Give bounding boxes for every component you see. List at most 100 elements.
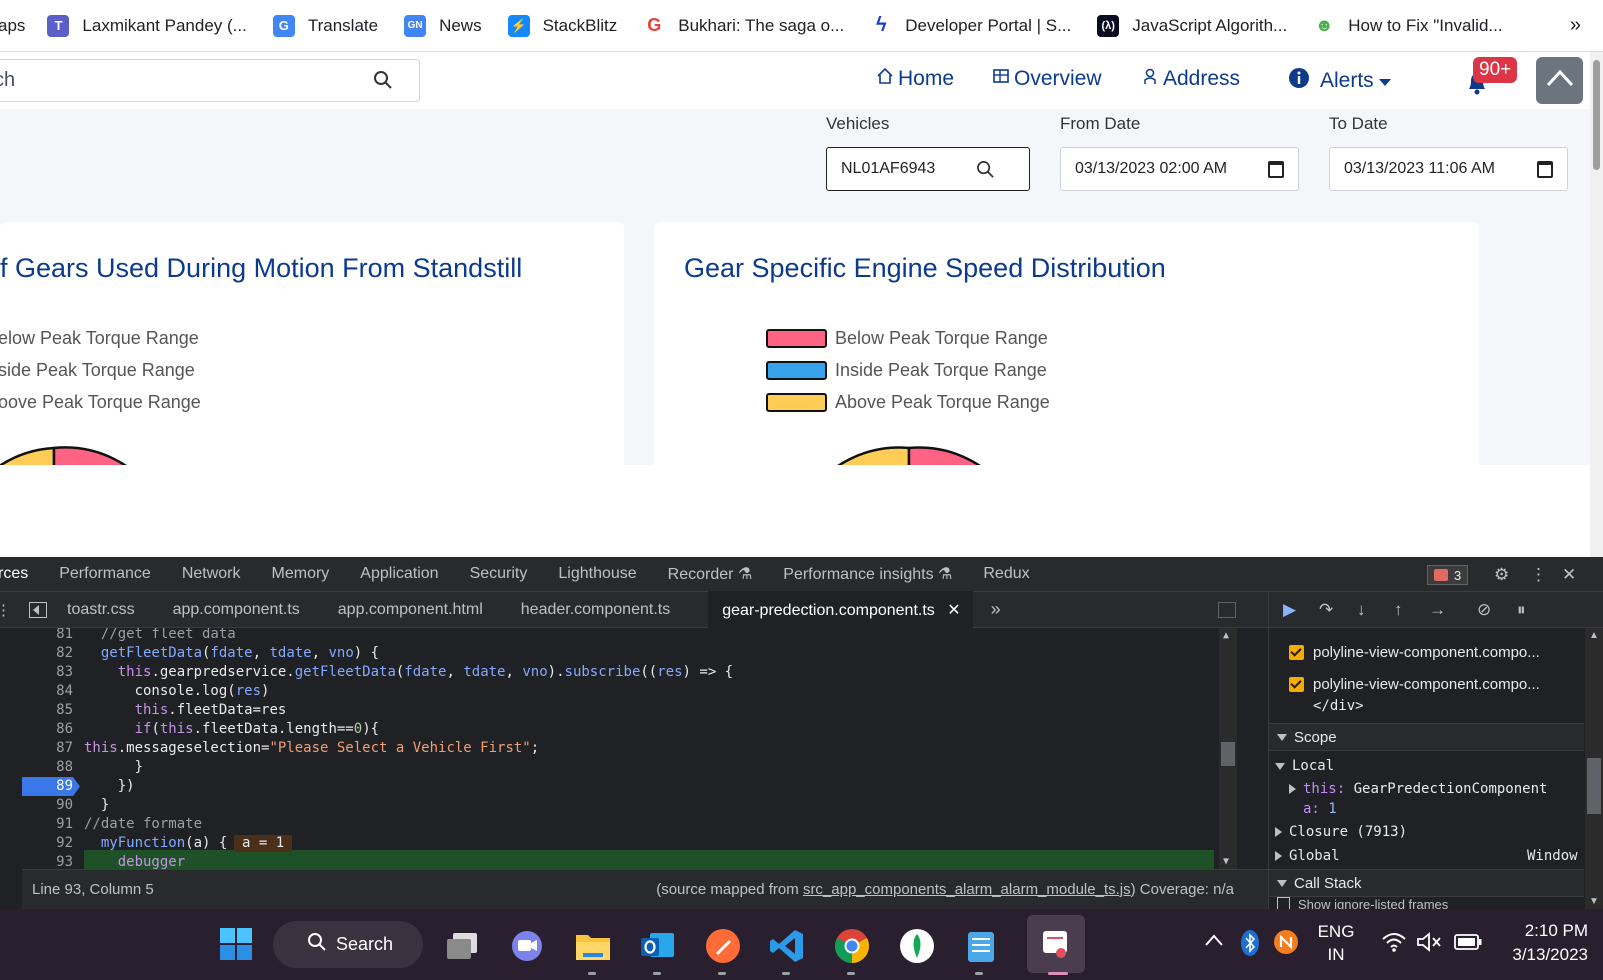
- ignore-frames-checkbox[interactable]: [1277, 897, 1290, 909]
- scroll-to-top-button[interactable]: [1536, 57, 1583, 104]
- line-number[interactable]: 87: [22, 739, 73, 758]
- line-number[interactable]: 82: [22, 644, 73, 663]
- code-line[interactable]: }: [84, 796, 109, 815]
- step-over-icon[interactable]: ↷: [1319, 600, 1333, 620]
- pause-on-exceptions-icon[interactable]: ⏸: [1517, 600, 1526, 620]
- close-devtools-icon[interactable]: ✕: [1562, 565, 1576, 585]
- file-tab-app-component-html[interactable]: app.component.html: [338, 601, 483, 619]
- nav-overview[interactable]: Overview: [992, 67, 1102, 91]
- file-tab-gear-predection-component-ts[interactable]: gear-predection.component.ts ✕: [708, 590, 973, 629]
- code-line[interactable]: }): [84, 777, 135, 796]
- scroll-down-arrow-icon[interactable]: ▼: [1589, 896, 1599, 907]
- bookmark-apps[interactable]: aps: [0, 16, 25, 36]
- tab-performance[interactable]: Performance: [59, 565, 151, 583]
- code-line[interactable]: myFunction(a) {a = 1: [84, 834, 293, 853]
- line-number[interactable]: 81: [22, 628, 73, 644]
- debugger-sidebar-toggle-icon[interactable]: [1218, 602, 1236, 618]
- call-stack-section-header[interactable]: Call Stack: [1269, 869, 1584, 897]
- tab-performance-insights[interactable]: Performance insights ⚗: [783, 564, 952, 584]
- outlook-icon[interactable]: [639, 927, 677, 965]
- legend-above[interactable]: Above Peak Torque Range: [766, 392, 1050, 413]
- show-hidden-icons-chevron-icon[interactable]: [1204, 933, 1224, 952]
- legend-above[interactable]: oove Peak Torque Range: [0, 392, 201, 413]
- code-line[interactable]: this.gearpredservice.getFleetData(fdate,…: [84, 663, 733, 682]
- breakpoint-checkbox[interactable]: [1289, 677, 1304, 692]
- app-tray-icon[interactable]: [1273, 929, 1299, 960]
- tab-lighthouse[interactable]: Lighthouse: [558, 565, 636, 583]
- error-count-badge[interactable]: 3: [1427, 565, 1469, 585]
- tab-network[interactable]: Network: [182, 565, 241, 583]
- vehicle-search-field[interactable]: NL01AF6943: [826, 147, 1030, 191]
- language-indicator[interactable]: ENG IN: [1314, 922, 1358, 965]
- line-number[interactable]: 91: [22, 815, 73, 834]
- bookmark-news[interactable]: GN News: [404, 14, 482, 37]
- code-line[interactable]: getFleetData(fdate, tdate, vno) {: [84, 644, 379, 663]
- navigator-toggle-icon[interactable]: ⋮: [0, 601, 11, 619]
- more-tabs-icon[interactable]: »: [991, 599, 1001, 620]
- tab-application[interactable]: Application: [360, 565, 438, 583]
- notepad-icon[interactable]: [962, 927, 1000, 965]
- code-line[interactable]: this.fleetData=res: [84, 701, 287, 720]
- code-line[interactable]: }: [84, 758, 143, 777]
- tab-security[interactable]: Security: [470, 565, 528, 583]
- battery-icon[interactable]: [1454, 934, 1482, 955]
- calendar-icon[interactable]: [1268, 161, 1284, 178]
- mongodb-compass-icon[interactable]: [898, 927, 936, 965]
- scope-section-header[interactable]: Scope: [1269, 723, 1584, 751]
- breakpoint-line-number[interactable]: 89: [22, 777, 80, 796]
- sidebar-toggle-icon[interactable]: [29, 601, 47, 618]
- scope-local[interactable]: Local: [1275, 758, 1334, 774]
- legend-inside[interactable]: Inside Peak Torque Range: [766, 360, 1047, 381]
- line-number[interactable]: 84: [22, 682, 73, 701]
- deactivate-breakpoints-icon[interactable]: ⊘: [1477, 600, 1491, 620]
- scroll-up-arrow-icon[interactable]: ▲: [1589, 630, 1599, 641]
- breakpoint-item[interactable]: polyline-view-component.compo...: [1289, 644, 1540, 661]
- wifi-icon[interactable]: [1381, 931, 1407, 958]
- step-out-icon[interactable]: ↑: [1394, 600, 1403, 620]
- to-date-input[interactable]: 03/13/2023 11:06 AM: [1329, 147, 1568, 191]
- bluetooth-icon[interactable]: [1240, 929, 1260, 962]
- taskbar-search-button[interactable]: Search: [273, 921, 423, 968]
- postman-icon[interactable]: [704, 927, 742, 965]
- search-input[interactable]: [0, 69, 354, 92]
- line-number[interactable]: 86: [22, 720, 73, 739]
- scope-var-a[interactable]: a: 1: [1303, 801, 1337, 817]
- nav-alerts-dropdown[interactable]: Alerts: [1288, 67, 1395, 95]
- settings-gear-icon[interactable]: ⚙: [1494, 565, 1509, 585]
- search-icon[interactable]: [373, 70, 393, 95]
- file-tab-toastr-css[interactable]: toastr.css: [67, 601, 135, 619]
- editor-scrollbar[interactable]: ▲ ▼: [1219, 628, 1237, 869]
- code-line[interactable]: this.messageselection="Please Select a V…: [84, 739, 539, 758]
- code-line[interactable]: //get fleet data: [84, 628, 236, 644]
- bookmarks-more-button[interactable]: »: [1570, 14, 1581, 37]
- nav-home[interactable]: Home: [876, 67, 954, 91]
- file-tab-app-component-ts[interactable]: app.component.ts: [173, 601, 300, 619]
- debugger-scrollbar-thumb[interactable]: [1587, 758, 1601, 814]
- bookmark-javascript-algorithms[interactable]: (λ) JavaScript Algorith...: [1097, 14, 1287, 37]
- file-tab-header-component-ts[interactable]: header.component.ts: [521, 601, 670, 619]
- bookmark-bukhari[interactable]: G Bukhari: The saga o...: [643, 14, 844, 37]
- tab-recorder[interactable]: Recorder ⚗: [668, 564, 753, 584]
- code-line[interactable]: //date formate: [84, 815, 202, 834]
- clock[interactable]: 2:10 PM 3/13/2023: [1496, 921, 1588, 965]
- debugger-sidebar-scrollbar[interactable]: ▲ ▼: [1585, 628, 1603, 909]
- task-view-icon[interactable]: [443, 927, 481, 965]
- line-number[interactable]: 85: [22, 701, 73, 720]
- page-scrollbar-thumb[interactable]: [1593, 60, 1600, 170]
- nav-address[interactable]: Address: [1141, 67, 1240, 91]
- line-number[interactable]: 93: [22, 853, 73, 869]
- show-ignore-listed-frames[interactable]: Show ignore-listed frames: [1277, 897, 1448, 909]
- bookmark-stackblitz[interactable]: ⚡ StackBlitz: [507, 14, 617, 37]
- close-tab-icon[interactable]: ✕: [947, 602, 960, 619]
- speaker-muted-icon[interactable]: [1416, 931, 1442, 958]
- breakpoint-item[interactable]: polyline-view-component.compo...: [1289, 676, 1540, 693]
- start-button[interactable]: [217, 927, 255, 965]
- page-scrollbar[interactable]: [1590, 52, 1603, 557]
- code-line[interactable]: if(this.fleetData.length==0){: [84, 720, 379, 739]
- scope-this-entry[interactable]: this: GearPredectionComponent: [1289, 781, 1547, 797]
- from-date-input[interactable]: 03/13/2023 02:00 AM: [1060, 147, 1299, 191]
- step-into-icon[interactable]: ↓: [1357, 600, 1366, 620]
- tab-redux[interactable]: Redux: [983, 565, 1029, 583]
- step-icon[interactable]: →: [1429, 600, 1446, 620]
- bookmark-translate[interactable]: G Translate: [272, 14, 378, 37]
